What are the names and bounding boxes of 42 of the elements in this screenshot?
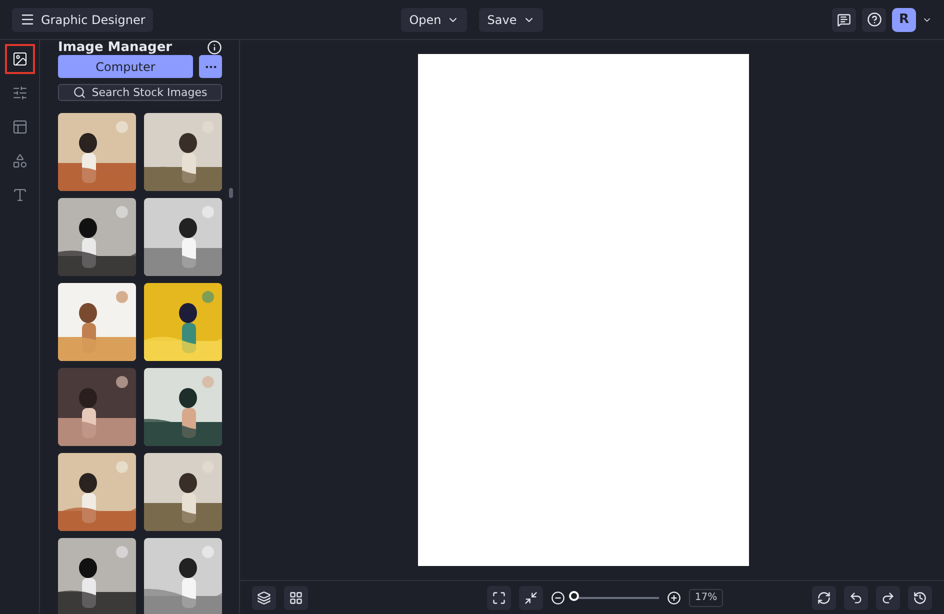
expand-icon — [492, 590, 506, 604]
sliders-icon — [12, 85, 28, 101]
menu-dropdown[interactable]: Save — [479, 8, 543, 32]
layers-icon — [257, 590, 271, 604]
undo-button[interactable] — [844, 586, 868, 610]
shrink-button[interactable] — [519, 586, 543, 610]
layers-button[interactable] — [252, 586, 276, 610]
comments-button[interactable] — [832, 8, 856, 32]
text-icon — [12, 187, 28, 203]
info-icon[interactable] — [207, 40, 222, 55]
menu-icon — [20, 12, 35, 27]
panel-title: Image Manager — [58, 40, 172, 55]
grid-icon — [289, 590, 303, 604]
search-stock-button[interactable]: Search Stock Images — [58, 84, 222, 101]
scrollbar-thumb[interactable] — [229, 188, 233, 198]
grid-button[interactable] — [284, 586, 308, 610]
menu-dropdown[interactable]: Open — [401, 8, 468, 32]
help-icon — [866, 12, 882, 27]
refresh-button[interactable] — [812, 586, 836, 610]
history-icon — [913, 590, 927, 604]
help-button[interactable] — [862, 8, 886, 32]
shrink-icon — [524, 590, 538, 604]
more-button[interactable] — [199, 55, 222, 78]
layout-icon — [12, 119, 28, 135]
fit-screen-button[interactable] — [487, 586, 511, 610]
redo-button[interactable] — [876, 586, 900, 610]
zoom-out-icon[interactable] — [551, 590, 565, 604]
zoom-reading: 17% — [689, 588, 723, 606]
computer-upload-button[interactable]: Computer — [58, 55, 193, 78]
refresh-icon — [817, 590, 831, 604]
image-icon — [12, 51, 28, 67]
search-icon — [72, 86, 86, 99]
slider-thumb[interactable] — [568, 590, 579, 600]
zoom-in-icon[interactable] — [667, 590, 681, 604]
shapes-icon — [12, 153, 28, 169]
comment-icon — [837, 12, 852, 26]
redo-icon — [881, 590, 895, 604]
user-avatar[interactable]: R — [892, 8, 916, 32]
undo-icon — [849, 590, 863, 604]
history-button[interactable] — [908, 586, 932, 610]
app-menu-button[interactable]: Graphic Designer — [12, 8, 154, 32]
image-tool-tab[interactable] — [4, 44, 34, 74]
